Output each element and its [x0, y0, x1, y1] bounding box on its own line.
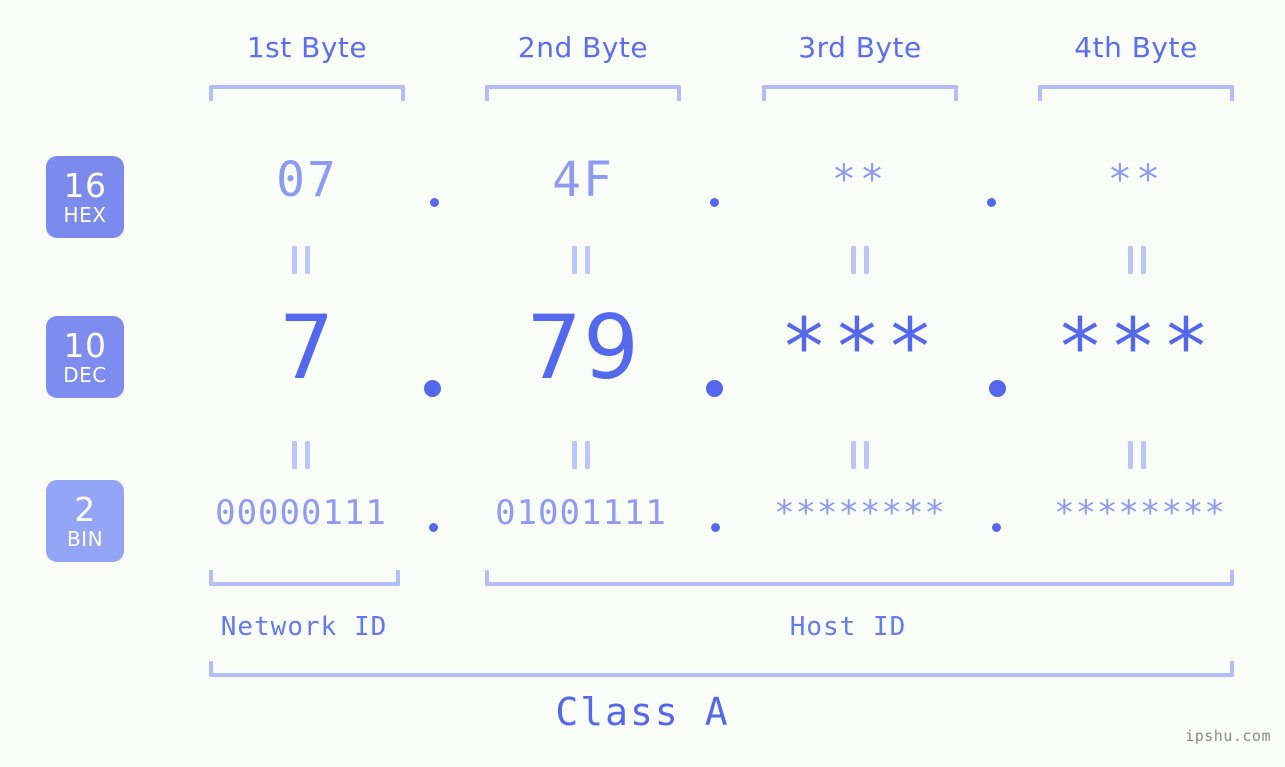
equals-mark-hex-dec-4	[1128, 246, 1146, 274]
byte-bracket-2	[485, 85, 681, 101]
dec-octet-4: ***	[1056, 303, 1216, 393]
network-id-label: Network ID	[220, 612, 388, 642]
base-badge-bin-number: 2	[74, 489, 96, 529]
site-watermark: ipshu.com	[1185, 727, 1271, 745]
byte-header-3: 3rd Byte	[798, 31, 922, 64]
equals-mark-dec-bin-3	[851, 441, 869, 469]
hex-octet-4: **	[1107, 157, 1165, 203]
hex-octet-1: 07	[276, 152, 338, 208]
hex-dot-separator-1	[430, 198, 439, 207]
equals-mark-dec-bin-1	[292, 441, 310, 469]
network-id-bracket	[209, 570, 400, 586]
class-bracket	[209, 661, 1234, 677]
equals-mark-dec-bin-4	[1128, 441, 1146, 469]
dec-dot-separator-3	[989, 380, 1006, 397]
dec-dot-separator-2	[706, 380, 723, 397]
byte-header-4: 4th Byte	[1074, 31, 1198, 64]
dec-octet-2: 79	[526, 296, 640, 399]
base-badge-hex-number: 16	[63, 165, 107, 205]
hex-dot-separator-2	[710, 198, 719, 207]
hex-octet-2: 4F	[552, 152, 614, 208]
bin-octet-4: ********	[1054, 493, 1226, 533]
bin-dot-separator-3	[992, 523, 1001, 532]
byte-bracket-3	[762, 85, 958, 101]
host-id-bracket	[485, 570, 1234, 586]
host-id-label: Host ID	[789, 612, 907, 642]
equals-mark-dec-bin-2	[572, 441, 590, 469]
bin-octet-2: 01001111	[495, 493, 667, 533]
bin-octet-3: ********	[774, 493, 946, 533]
dec-dot-separator-1	[424, 380, 441, 397]
base-badge-hex-name: HEX	[63, 202, 107, 227]
byte-header-1: 1st Byte	[246, 31, 368, 64]
equals-mark-hex-dec-3	[851, 246, 869, 274]
bin-dot-separator-1	[429, 523, 438, 532]
dec-octet-1: 7	[278, 296, 336, 399]
hex-octet-3: **	[831, 157, 889, 203]
byte-header-2: 2nd Byte	[517, 31, 649, 64]
bin-octet-1: 00000111	[215, 493, 387, 533]
equals-mark-hex-dec-2	[572, 246, 590, 274]
byte-bracket-4	[1038, 85, 1234, 101]
hex-dot-separator-3	[987, 198, 996, 207]
base-badge-dec-name: DEC	[63, 362, 107, 387]
bin-dot-separator-2	[711, 523, 720, 532]
byte-bracket-1	[209, 85, 405, 101]
equals-mark-hex-dec-1	[292, 246, 310, 274]
ip-byte-diagram: 1st Byte 2nd Byte 3rd Byte 4th Byte 16 H…	[0, 0, 1285, 767]
class-label: Class A	[555, 690, 730, 734]
base-badge-dec-number: 10	[63, 325, 107, 365]
base-badge-hex: 16 HEX	[46, 156, 124, 238]
dec-octet-3: ***	[780, 303, 940, 393]
base-badge-bin-name: BIN	[66, 526, 104, 551]
base-badge-bin: 2 BIN	[46, 480, 124, 562]
base-badge-dec: 10 DEC	[46, 316, 124, 398]
